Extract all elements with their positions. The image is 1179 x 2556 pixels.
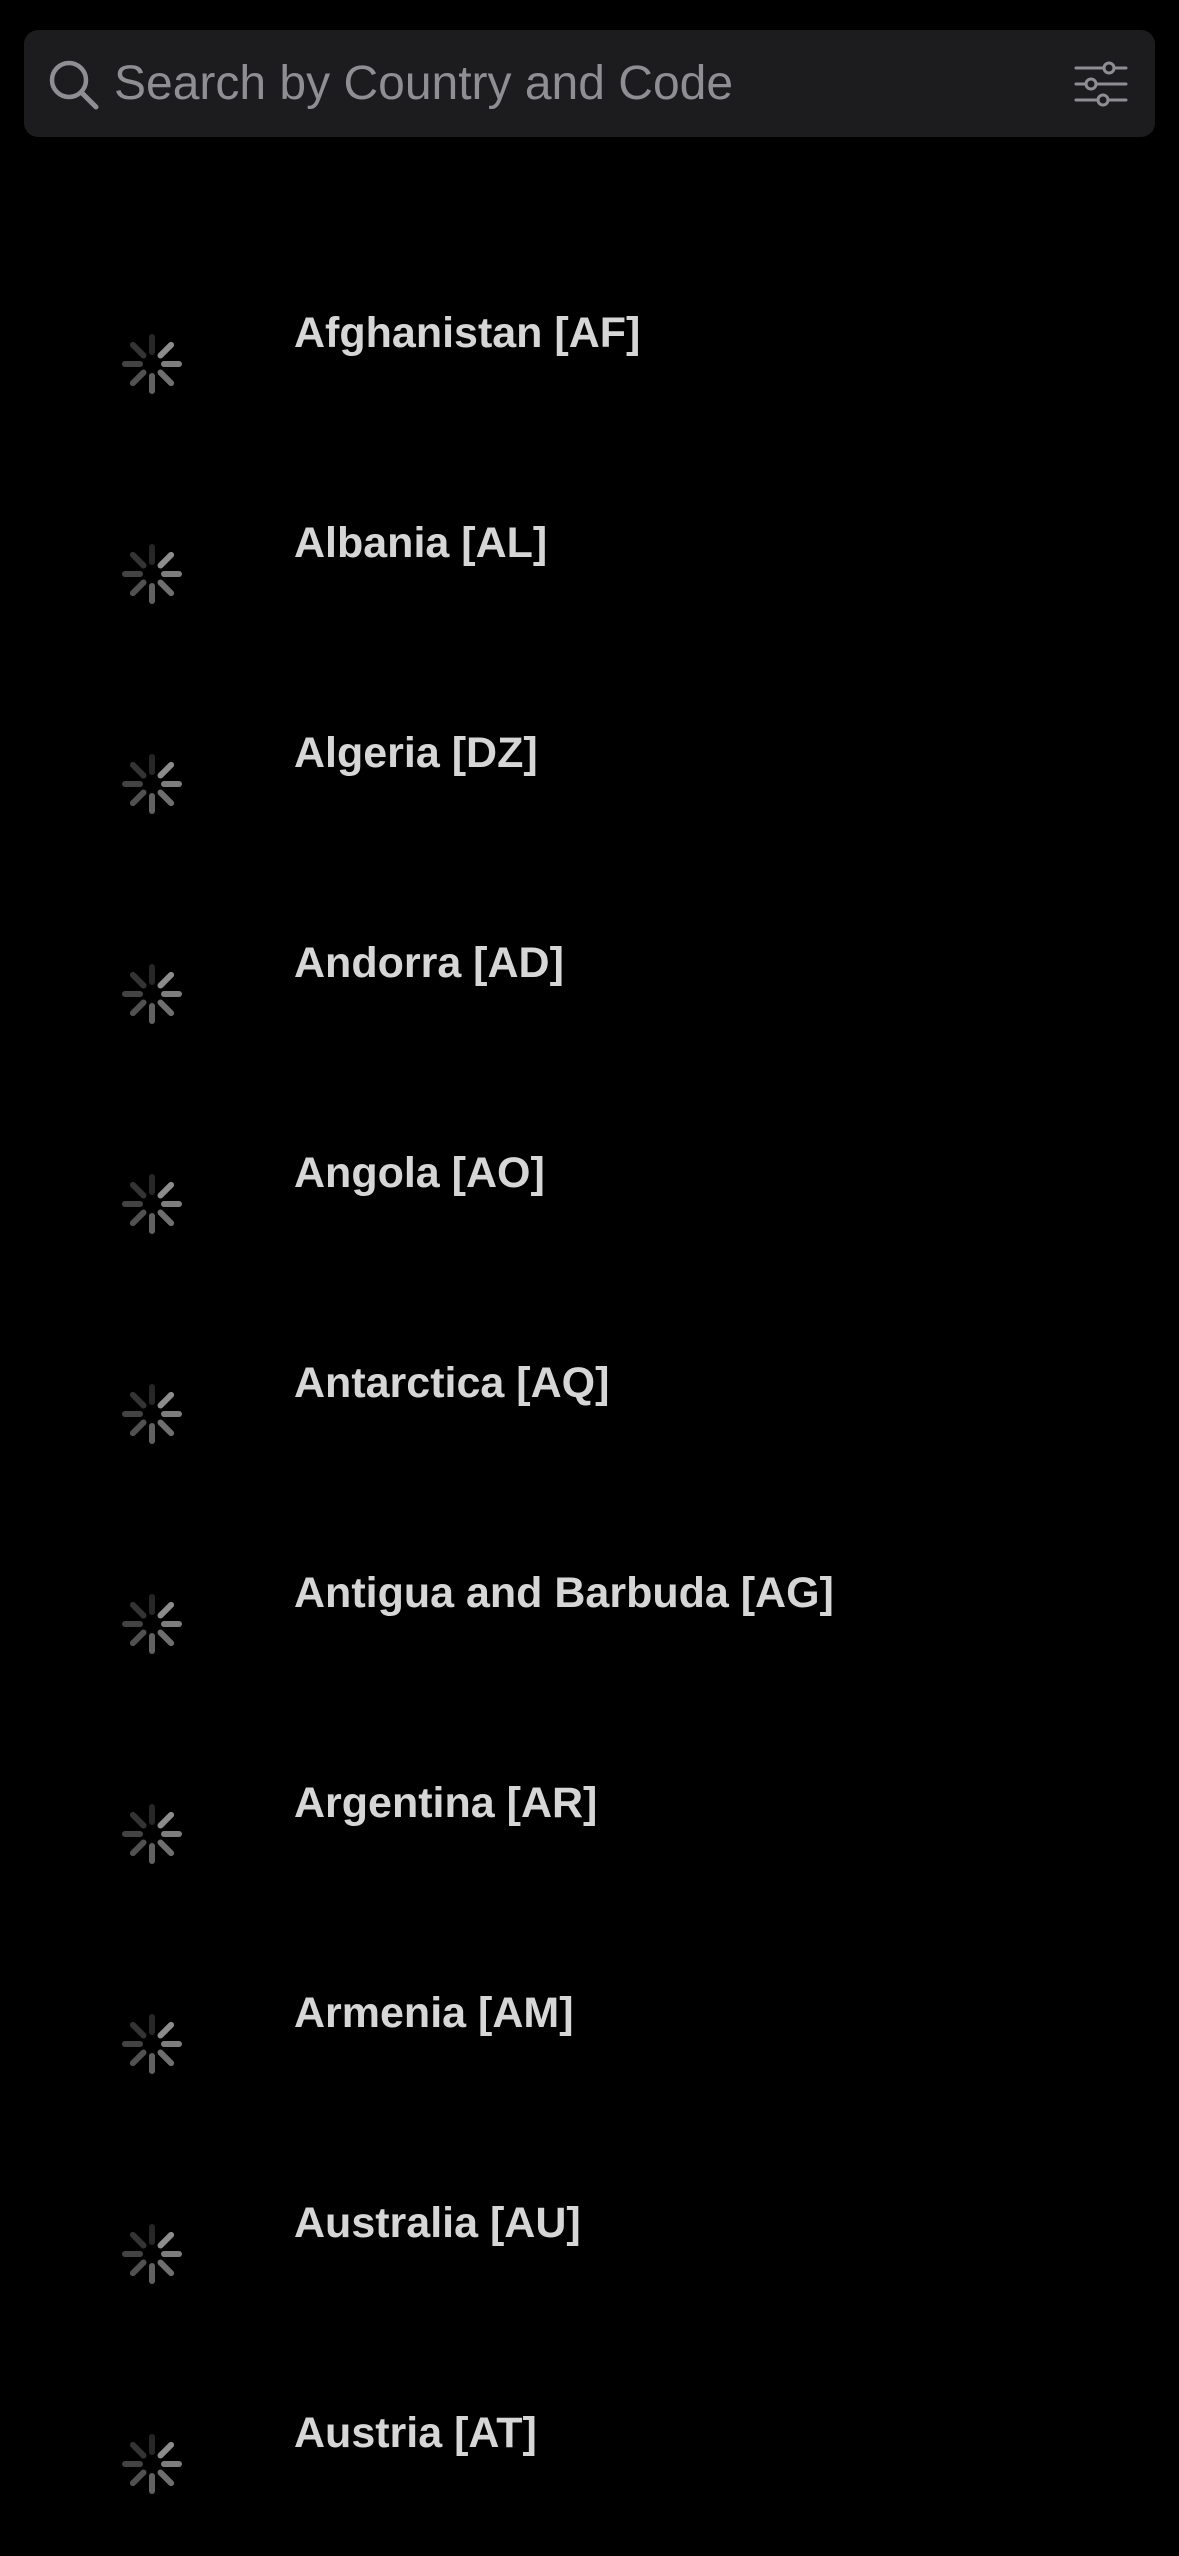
country-list-item[interactable]: Angola [AO]	[0, 1072, 1179, 1282]
loading-spinner-icon	[122, 2434, 182, 2494]
country-label: Armenia [AM]	[294, 1989, 574, 2037]
loading-spinner-icon	[122, 2224, 182, 2284]
loading-spinner-icon	[122, 334, 182, 394]
country-label: Antigua and Barbuda [AG]	[294, 1569, 834, 1617]
search-bar[interactable]	[24, 30, 1155, 137]
country-list-item[interactable]: Australia [AU]	[0, 2122, 1179, 2332]
country-list-item[interactable]: Antigua and Barbuda [AG]	[0, 1492, 1179, 1702]
country-list: Afghanistan [AF] Albania [AL] Algeria [D…	[0, 232, 1179, 2542]
loading-spinner-icon	[122, 1594, 182, 1654]
country-list-item[interactable]: Algeria [DZ]	[0, 652, 1179, 862]
country-label: Antarctica [AQ]	[294, 1359, 610, 1407]
country-label: Argentina [AR]	[294, 1779, 598, 1827]
country-list-item[interactable]: Afghanistan [AF]	[0, 232, 1179, 442]
country-label: Andorra [AD]	[294, 939, 564, 987]
loading-spinner-icon	[122, 1384, 182, 1444]
country-list-item[interactable]: Andorra [AD]	[0, 862, 1179, 1072]
country-label: Angola [AO]	[294, 1149, 545, 1197]
country-label: Albania [AL]	[294, 519, 548, 567]
search-icon	[49, 60, 99, 110]
sliders-icon[interactable]	[1073, 60, 1129, 108]
country-label: Austria [AT]	[294, 2409, 537, 2457]
country-list-item[interactable]: Armenia [AM]	[0, 1912, 1179, 2122]
country-list-item[interactable]: Austria [AT]	[0, 2332, 1179, 2542]
loading-spinner-icon	[122, 544, 182, 604]
country-list-item[interactable]: Argentina [AR]	[0, 1702, 1179, 1912]
loading-spinner-icon	[122, 1174, 182, 1234]
country-label: Algeria [DZ]	[294, 729, 538, 777]
search-input[interactable]	[114, 30, 1014, 137]
country-label: Australia [AU]	[294, 2199, 581, 2247]
loading-spinner-icon	[122, 754, 182, 814]
loading-spinner-icon	[122, 2014, 182, 2074]
loading-spinner-icon	[122, 1804, 182, 1864]
country-list-item[interactable]: Albania [AL]	[0, 442, 1179, 652]
loading-spinner-icon	[122, 964, 182, 1024]
country-label: Afghanistan [AF]	[294, 309, 641, 357]
country-list-item[interactable]: Antarctica [AQ]	[0, 1282, 1179, 1492]
